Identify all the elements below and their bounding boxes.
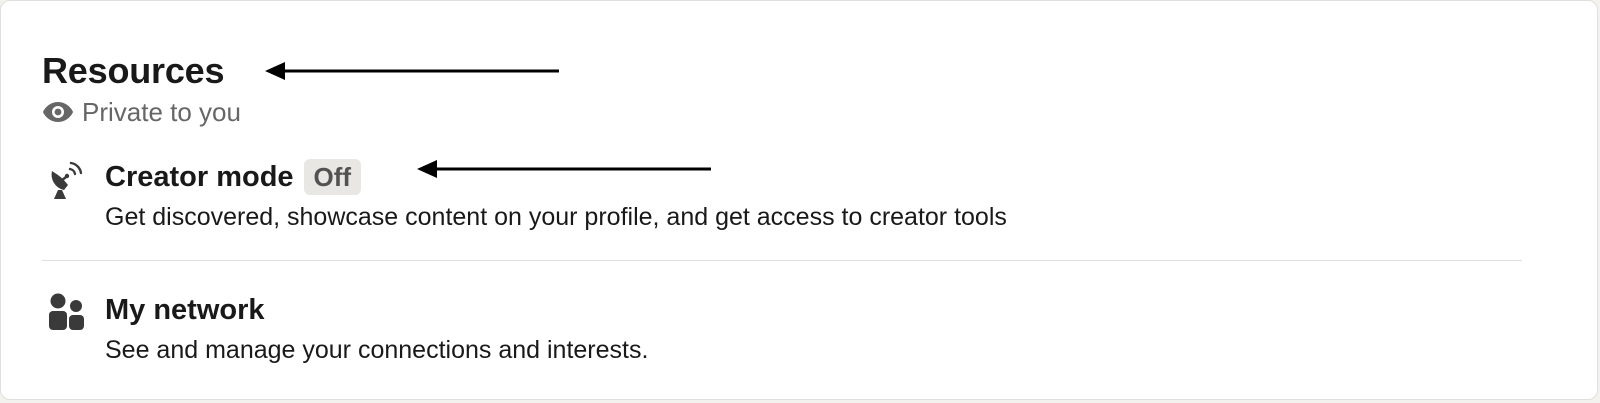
- annotation-arrow-title: [265, 62, 559, 80]
- creator-mode-description: Get discovered, showcase content on your…: [105, 203, 1007, 231]
- people-icon: [42, 288, 90, 336]
- creator-mode-label[interactable]: Creator mode: [105, 161, 294, 194]
- annotation-arrow-creator-mode: [417, 160, 711, 178]
- resources-card: Resources Private to you Creator mode Of…: [0, 0, 1598, 400]
- privacy-label: Private to you: [82, 96, 241, 127]
- status-badge: Off: [303, 159, 362, 195]
- creator-mode-header: Creator mode Off: [105, 155, 362, 199]
- privacy-indicator: Private to you: [42, 96, 241, 128]
- my-network-description: See and manage your connections and inte…: [105, 336, 649, 364]
- my-network-label[interactable]: My network: [105, 294, 265, 327]
- my-network-item[interactable]: My network See and manage your connectio…: [42, 288, 1522, 378]
- satellite-dish-icon: [42, 155, 90, 203]
- my-network-header: My network: [105, 288, 265, 332]
- creator-mode-item[interactable]: Creator mode Off Get discovered, showcas…: [42, 155, 1522, 245]
- eye-icon: [42, 96, 74, 128]
- divider: [42, 260, 1522, 261]
- section-title: Resources: [42, 50, 225, 91]
